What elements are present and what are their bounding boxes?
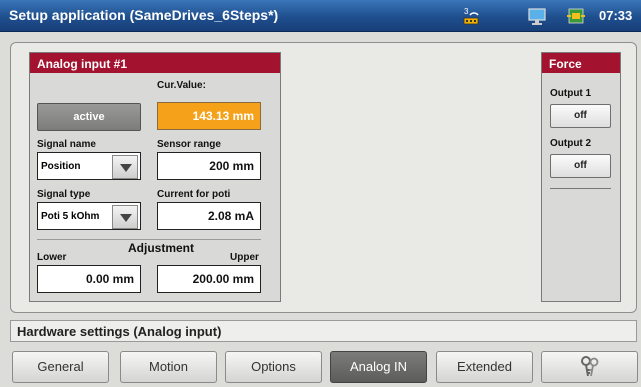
title-bar: Setup application (SameDrives_6Steps*) 3… — [0, 0, 641, 32]
analog-input-header: Analog input #1 — [30, 53, 280, 73]
signal-type-value: Poti 5 kOhm — [41, 211, 100, 222]
chevron-down-icon[interactable] — [112, 155, 138, 179]
analog-input-group: Analog input #1 Cur.Value: active 143.13… — [29, 52, 281, 302]
signal-name-label: Signal name — [37, 139, 96, 150]
force-group: Force Output 1 off Output 2 off — [541, 52, 621, 302]
cur-value-label: Cur.Value: — [157, 80, 206, 91]
tab-options[interactable]: Options — [225, 351, 322, 383]
output-1-off-button[interactable]: off — [550, 104, 611, 128]
current-for-poti-field[interactable]: 2.08 mA — [157, 202, 261, 230]
signal-type-select[interactable]: Poti 5 kOhm — [37, 202, 141, 230]
tab-general[interactable]: General — [12, 351, 109, 383]
upper-field[interactable]: 200.00 mm — [157, 265, 261, 293]
tab-analog-in[interactable]: Analog IN — [330, 351, 427, 383]
network-icon — [566, 6, 586, 26]
adjustment-label: Adjustment — [128, 241, 194, 255]
signal-icon: 3 — [462, 6, 482, 26]
chevron-down-icon[interactable] — [112, 205, 138, 229]
tab-motion[interactable]: Motion — [120, 351, 217, 383]
current-for-poti-label: Current for poti — [157, 189, 231, 200]
force-header: Force — [542, 53, 620, 73]
status-bar: Hardware settings (Analog input) — [10, 320, 637, 342]
output-2-label: Output 2 — [550, 138, 592, 149]
tab-extended[interactable]: Extended — [436, 351, 533, 383]
active-button[interactable]: active — [37, 103, 141, 131]
output-1-label: Output 1 — [550, 88, 592, 99]
main-panel: Analog input #1 Cur.Value: active 143.13… — [10, 42, 637, 313]
output-2-off-button[interactable]: off — [550, 154, 611, 178]
sensor-range-field[interactable]: 200 mm — [157, 152, 261, 180]
clock: 07:33 — [599, 8, 633, 23]
monitor-icon — [527, 6, 547, 26]
sensor-range-label: Sensor range — [157, 139, 221, 150]
cur-value-display: 143.13 mm — [157, 102, 261, 130]
signal-name-select[interactable]: Position — [37, 152, 141, 180]
signal-type-label: Signal type — [37, 189, 91, 200]
keys-icon — [578, 356, 602, 381]
lower-field[interactable]: 0.00 mm — [37, 265, 141, 293]
divider — [550, 188, 611, 189]
lower-label: Lower — [37, 252, 67, 263]
upper-label: Upper — [230, 252, 259, 263]
divider — [37, 239, 261, 240]
svg-text:3: 3 — [464, 7, 469, 16]
signal-name-value: Position — [41, 161, 81, 172]
window-title: Setup application (SameDrives_6Steps*) — [9, 7, 279, 23]
tab-keys[interactable] — [541, 351, 638, 383]
